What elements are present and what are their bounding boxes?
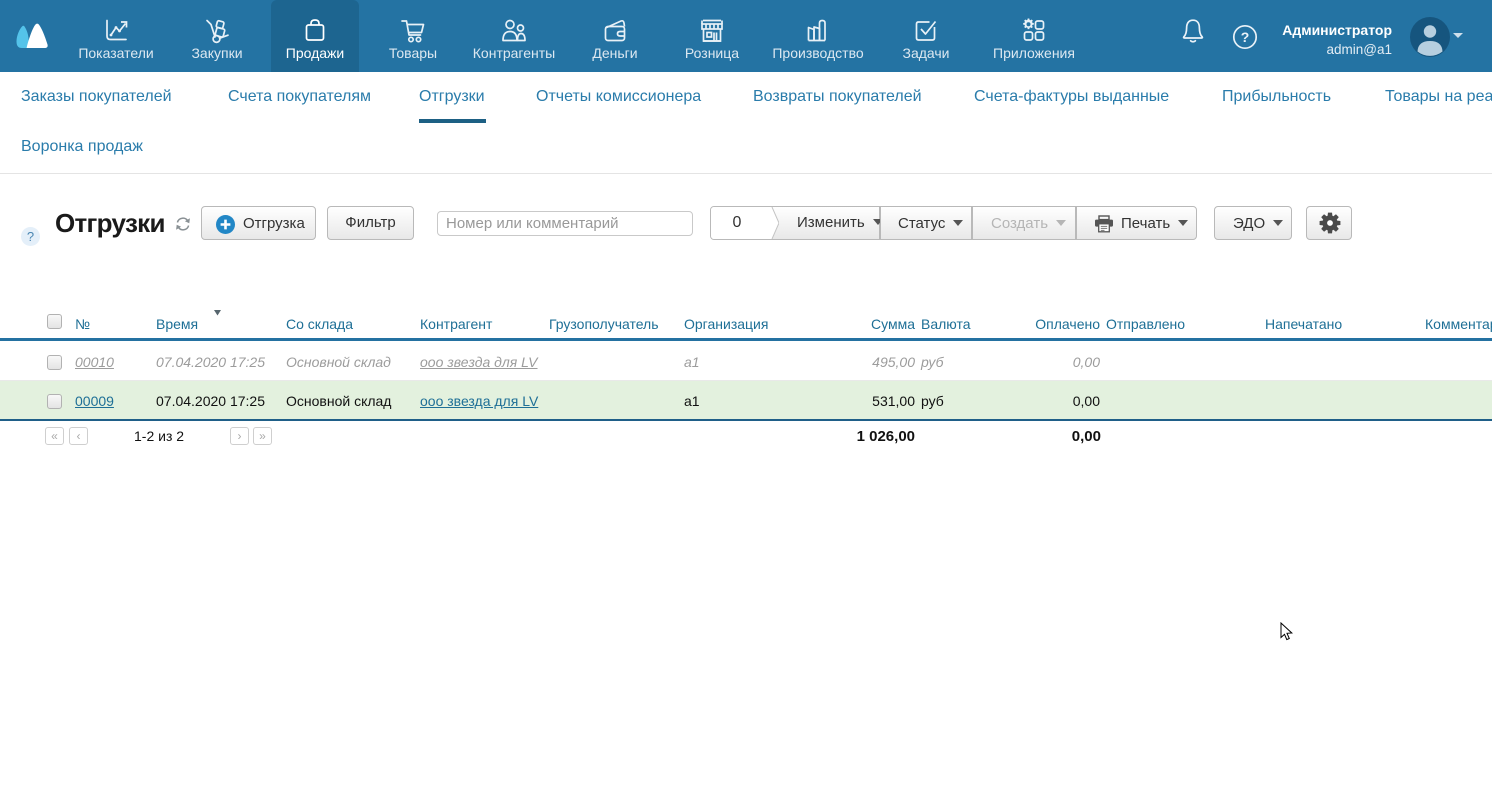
svg-text:?: ? — [1241, 29, 1250, 45]
